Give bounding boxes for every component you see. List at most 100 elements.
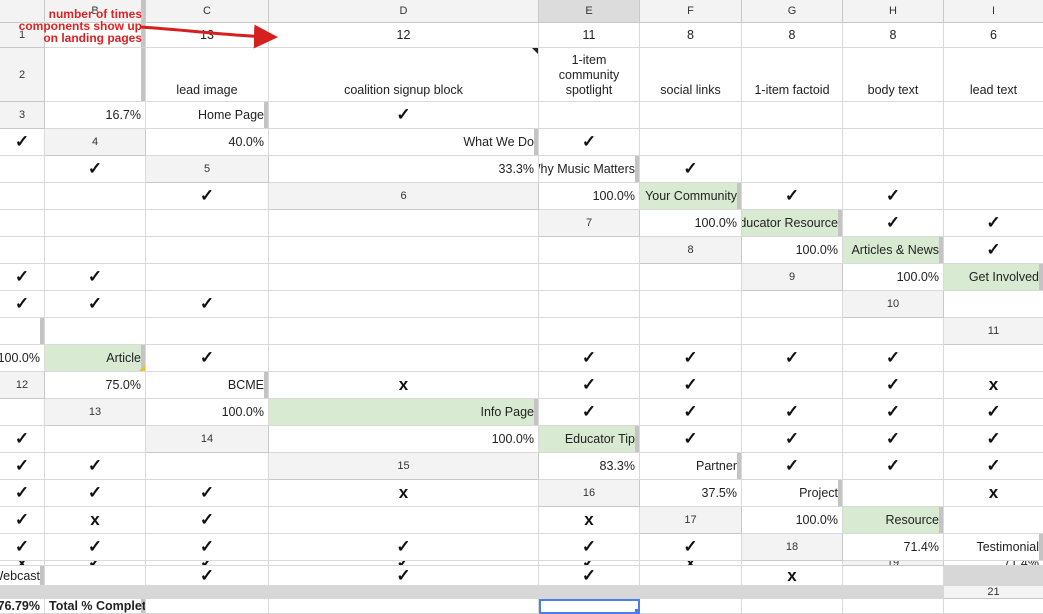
mark-cell[interactable]: ✓ [640, 399, 742, 426]
row-header-13[interactable]: 13 [45, 399, 146, 426]
mark-cell[interactable]: ✓ [944, 210, 1043, 237]
mark-cell[interactable]: x [539, 507, 640, 534]
mark-cell[interactable]: ✓ [146, 345, 269, 372]
mark-cell[interactable]: ✓ [0, 291, 45, 318]
component-header-e[interactable]: 1-item community spotlight [539, 48, 640, 102]
page-name-cell[interactable]: Partner [640, 453, 742, 480]
mark-cell[interactable] [843, 156, 944, 183]
mark-cell[interactable]: ✓ [742, 345, 843, 372]
mark-cell[interactable]: ✓ [0, 507, 45, 534]
row-header-9[interactable]: 9 [742, 264, 843, 291]
mark-cell[interactable]: ✓ [843, 453, 944, 480]
mark-cell[interactable]: ✓ [45, 480, 146, 507]
component-header-i[interactable]: lead text [944, 48, 1043, 102]
mark-cell[interactable] [45, 237, 146, 264]
row-header-6[interactable]: 6 [269, 183, 539, 210]
total-cell[interactable] [944, 599, 1043, 614]
count-cell-f[interactable]: 8 [640, 23, 742, 48]
mark-cell[interactable]: ✓ [640, 372, 742, 399]
column-header-i[interactable]: I [944, 0, 1043, 23]
mark-cell[interactable] [539, 318, 640, 345]
mark-cell[interactable] [843, 129, 944, 156]
mark-cell[interactable] [45, 210, 146, 237]
page-name-cell[interactable]: Info Page [269, 399, 539, 426]
percent-cell[interactable]: 100.0% [843, 264, 944, 291]
mark-cell[interactable] [843, 480, 944, 507]
mark-cell[interactable]: ✓ [269, 534, 539, 561]
mark-cell[interactable]: ✓ [269, 566, 539, 586]
mark-cell[interactable]: ✓ [0, 453, 45, 480]
percent-cell[interactable]: 100.0% [742, 237, 843, 264]
mark-cell[interactable]: ✓ [742, 426, 843, 453]
percent-cell[interactable]: 83.3% [539, 453, 640, 480]
mark-cell[interactable] [843, 318, 944, 345]
total-percent[interactable]: 76.79% [0, 599, 45, 614]
row-header-8[interactable]: 8 [640, 237, 742, 264]
row-header-14[interactable]: 14 [146, 426, 269, 453]
row-header-21[interactable]: 21 [944, 586, 1043, 599]
row-header-5[interactable]: 5 [146, 156, 269, 183]
page-name-cell[interactable]: Why Music Matters [539, 156, 640, 183]
row-header-18[interactable]: 18 [742, 534, 843, 561]
mark-cell[interactable] [269, 345, 539, 372]
active-cell-e21[interactable] [539, 599, 640, 614]
count-cell-e[interactable]: 11 [539, 23, 640, 48]
mark-cell[interactable] [45, 183, 146, 210]
percent-cell[interactable]: 100.0% [146, 399, 269, 426]
mark-cell[interactable]: ✓ [146, 507, 269, 534]
mark-cell[interactable] [269, 318, 539, 345]
mark-cell[interactable]: ✓ [843, 345, 944, 372]
mark-cell[interactable]: ✓ [742, 183, 843, 210]
page-name-cell[interactable]: Home Page [146, 102, 269, 129]
mark-cell[interactable]: ✓ [843, 210, 944, 237]
mark-cell[interactable] [640, 129, 742, 156]
mark-cell[interactable] [146, 453, 269, 480]
mark-cell[interactable]: ✓ [640, 345, 742, 372]
column-header-h[interactable]: H [843, 0, 944, 23]
mark-cell[interactable] [742, 102, 843, 129]
mark-cell[interactable]: ✓ [539, 345, 640, 372]
page-name-cell[interactable]: Article [45, 345, 146, 372]
count-cell-i[interactable]: 6 [944, 23, 1043, 48]
percent-cell[interactable]: 100.0% [742, 507, 843, 534]
percent-cell[interactable]: 100.0% [0, 345, 45, 372]
mark-cell[interactable]: ✓ [539, 129, 640, 156]
mark-cell[interactable] [0, 237, 45, 264]
mark-cell[interactable] [269, 237, 539, 264]
mark-cell[interactable] [539, 291, 640, 318]
mark-cell[interactable]: ✓ [45, 264, 146, 291]
component-header-d[interactable]: coalition signup block [269, 48, 539, 102]
page-name-cell[interactable]: Testimonial [944, 534, 1043, 561]
row-header-4[interactable]: 4 [45, 129, 146, 156]
count-cell-d[interactable]: 12 [269, 23, 539, 48]
percent-cell[interactable]: 37.5% [640, 480, 742, 507]
mark-cell[interactable]: x [269, 372, 539, 399]
mark-cell[interactable]: x [742, 566, 843, 586]
mark-cell[interactable] [146, 237, 269, 264]
mark-cell[interactable]: ✓ [843, 372, 944, 399]
mark-cell[interactable] [146, 210, 269, 237]
mark-cell[interactable] [269, 507, 539, 534]
percent-cell[interactable]: 16.7% [45, 102, 146, 129]
mark-cell[interactable] [640, 264, 742, 291]
mark-cell[interactable] [539, 264, 640, 291]
mark-cell[interactable] [45, 318, 146, 345]
mark-cell[interactable]: ✓ [944, 453, 1043, 480]
page-name-cell[interactable]: Get Involved [944, 264, 1043, 291]
mark-cell[interactable] [45, 426, 146, 453]
mark-cell[interactable]: ✓ [539, 372, 640, 399]
mark-cell[interactable]: ✓ [146, 534, 269, 561]
mark-cell[interactable] [944, 102, 1043, 129]
mark-cell[interactable] [944, 156, 1043, 183]
mark-cell[interactable] [742, 129, 843, 156]
page-name-cell[interactable]: Your Community [640, 183, 742, 210]
mark-cell[interactable]: ✓ [0, 264, 45, 291]
total-cell[interactable] [742, 599, 843, 614]
mark-cell[interactable]: ✓ [45, 291, 146, 318]
page-name-cell[interactable]: Project [742, 480, 843, 507]
mark-cell[interactable]: ✓ [539, 566, 640, 586]
mark-cell[interactable] [146, 318, 269, 345]
mark-cell[interactable] [640, 566, 742, 586]
mark-cell[interactable]: ✓ [640, 426, 742, 453]
cell-b2[interactable] [45, 48, 146, 102]
